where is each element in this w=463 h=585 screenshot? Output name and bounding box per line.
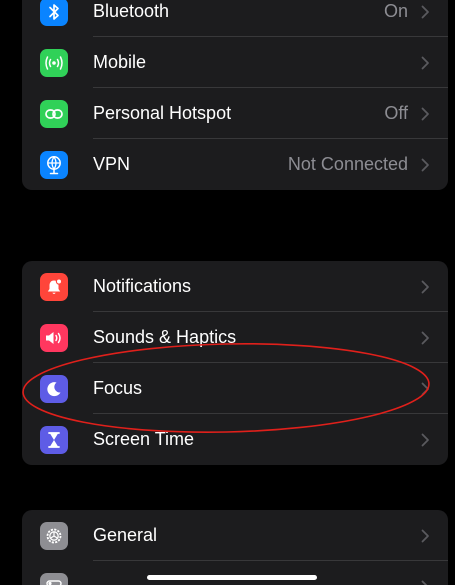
settings-row-label: General (93, 525, 158, 545)
settings-row-label: Focus (93, 378, 143, 398)
settings-row-value: On (383, 1, 408, 21)
chevron-right-icon (421, 107, 429, 121)
chevron-right-icon (421, 56, 429, 70)
settings-row-vpn[interactable]: VPN Not Connected (22, 139, 448, 190)
vpn-icon (40, 151, 68, 179)
settings-row-sounds-haptics[interactable]: Sounds & Haptics (22, 312, 448, 363)
speaker-icon (40, 324, 68, 352)
settings-row-value: Off (384, 103, 408, 123)
settings-row-bluetooth[interactable]: Bluetooth On (22, 0, 448, 37)
settings-row-label: Bluetooth (93, 1, 170, 21)
settings-group-connectivity: Bluetooth On Mobile Personal Hotspot Off (22, 0, 448, 190)
settings-row-label: Sounds & Haptics (93, 327, 237, 347)
settings-screen: Bluetooth On Mobile Personal Hotspot Off (0, 0, 463, 585)
settings-row-label: Personal Hotspot (93, 103, 232, 123)
settings-row-general[interactable]: General (22, 510, 448, 561)
settings-row-label: VPN (93, 154, 131, 174)
screen-edge (455, 0, 463, 585)
settings-row-screen-time[interactable]: Screen Time (22, 414, 448, 465)
hourglass-icon (40, 426, 68, 454)
bluetooth-icon (40, 0, 68, 26)
chevron-right-icon (421, 580, 428, 585)
gear-icon (40, 522, 68, 550)
toggles-icon (40, 573, 68, 585)
chevron-right-icon (421, 280, 429, 294)
chevron-right-icon (421, 529, 429, 543)
settings-row-label: Notifications (93, 276, 192, 296)
chevron-right-icon (421, 5, 429, 19)
settings-row-partial[interactable] (22, 561, 448, 585)
settings-row-value: Not Connected (287, 154, 408, 174)
chevron-right-icon (421, 158, 429, 172)
home-indicator[interactable] (147, 575, 317, 580)
antenna-icon (40, 49, 68, 77)
settings-row-notifications[interactable]: Notifications (22, 261, 448, 312)
chevron-right-icon (421, 331, 429, 345)
settings-row-personal-hotspot[interactable]: Personal Hotspot Off (22, 88, 448, 139)
settings-group-general: General (22, 510, 448, 585)
bell-icon (40, 273, 68, 301)
settings-group-attention: Notifications Sounds & Haptics Focus Scr… (22, 261, 448, 465)
chevron-right-icon (421, 382, 429, 396)
chevron-right-icon (421, 433, 429, 447)
moon-icon (40, 375, 68, 403)
settings-row-focus[interactable]: Focus (22, 363, 448, 414)
settings-row-mobile[interactable]: Mobile (22, 37, 448, 88)
hotspot-icon (40, 100, 68, 128)
settings-row-label: Mobile (93, 52, 147, 72)
settings-row-label: Screen Time (93, 429, 195, 449)
